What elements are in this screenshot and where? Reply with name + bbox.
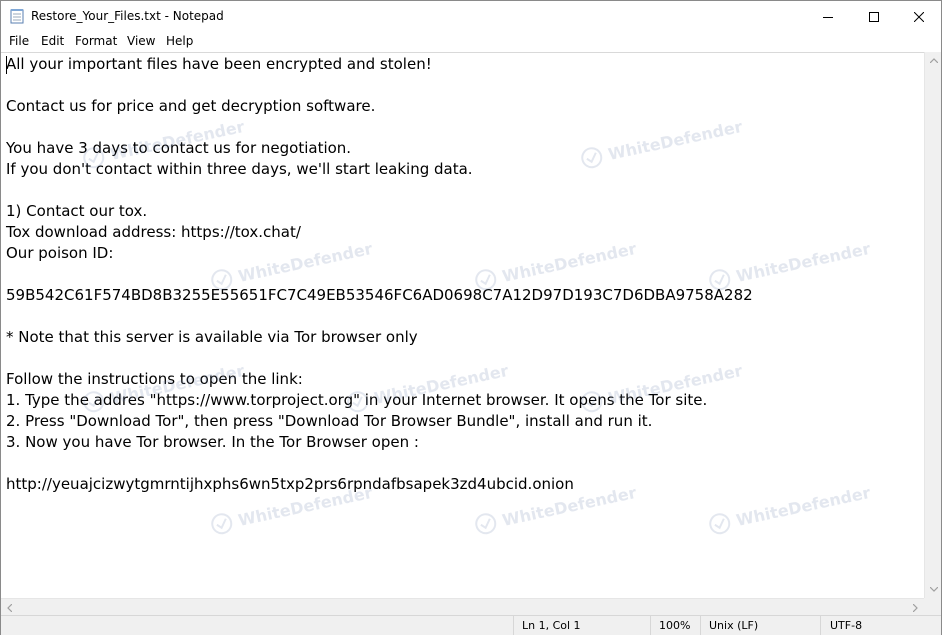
menu-bar: File Edit Format View Help (1, 31, 941, 52)
vertical-scrollbar[interactable] (924, 52, 941, 598)
status-bar: Ln 1, Col 1 100% Unix (LF) UTF-8 (1, 615, 941, 635)
window-title: Restore_Your_Files.txt - Notepad (31, 9, 224, 23)
watermark-text: WhiteDefender (734, 238, 872, 286)
title-bar[interactable]: Restore_Your_Files.txt - Notepad (1, 1, 941, 31)
status-line-ending: Unix (LF) (700, 616, 820, 635)
close-button[interactable] (896, 1, 942, 31)
check-circle-icon (475, 513, 497, 535)
notepad-window: Restore_Your_Files.txt - Notepad File Ed… (0, 0, 942, 635)
status-zoom: 100% (650, 616, 700, 635)
text-editor[interactable]: All your important files have been encry… (1, 52, 924, 598)
text-caret (6, 56, 7, 74)
minimize-button[interactable] (805, 1, 851, 31)
maximize-icon (869, 7, 879, 26)
status-position: Ln 1, Col 1 (513, 616, 650, 635)
menu-edit[interactable]: Edit (41, 34, 64, 48)
status-encoding: UTF-8 (820, 616, 941, 635)
scroll-right-arrow-icon[interactable] (907, 599, 924, 616)
check-circle-icon (211, 513, 233, 535)
menu-format[interactable]: Format (75, 34, 117, 48)
scroll-down-arrow-icon[interactable] (925, 581, 942, 598)
menu-help[interactable]: Help (166, 34, 193, 48)
scrollbar-corner (924, 598, 941, 615)
scroll-left-arrow-icon[interactable] (1, 599, 18, 616)
menu-file[interactable]: File (9, 34, 29, 48)
close-icon (913, 7, 925, 26)
minimize-icon (823, 7, 833, 26)
document-text[interactable]: All your important files have been encry… (6, 54, 753, 495)
maximize-button[interactable] (851, 1, 897, 31)
watermark-text: WhiteDefender (734, 482, 872, 530)
notepad-icon (10, 8, 24, 24)
scroll-up-arrow-icon[interactable] (925, 52, 942, 69)
horizontal-scrollbar[interactable] (1, 598, 924, 615)
check-circle-icon (709, 513, 731, 535)
menu-view[interactable]: View (127, 34, 155, 48)
